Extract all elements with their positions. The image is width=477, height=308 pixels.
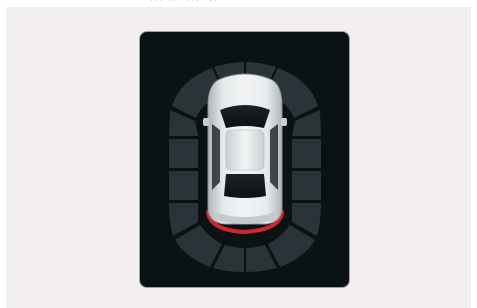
car-roof — [225, 129, 265, 171]
left-mirror — [203, 118, 209, 126]
rear-zone-right-outer — [268, 225, 315, 267]
page: ··· ··· ··· ··· — [0, 0, 477, 308]
side-zone-left-1 — [169, 139, 198, 168]
top-strip: ··· ··· ··· ··· — [0, 0, 477, 7]
side-zone-right-1 — [292, 139, 321, 168]
left-side-window — [212, 124, 220, 190]
windshield — [220, 105, 270, 128]
rear-window — [224, 174, 266, 198]
side-zone-right-2 — [292, 171, 321, 200]
cropped-header-dots: ··· ··· ··· ··· — [150, 0, 219, 5]
parking-sensor-graphic — [169, 62, 321, 272]
right-side-window — [270, 124, 278, 190]
right-mirror — [281, 118, 287, 126]
parking-sensor-display — [139, 31, 350, 288]
side-zone-left-2 — [169, 171, 198, 200]
rear-zone-left-outer — [175, 225, 222, 267]
car-top-view-icon — [203, 73, 287, 225]
